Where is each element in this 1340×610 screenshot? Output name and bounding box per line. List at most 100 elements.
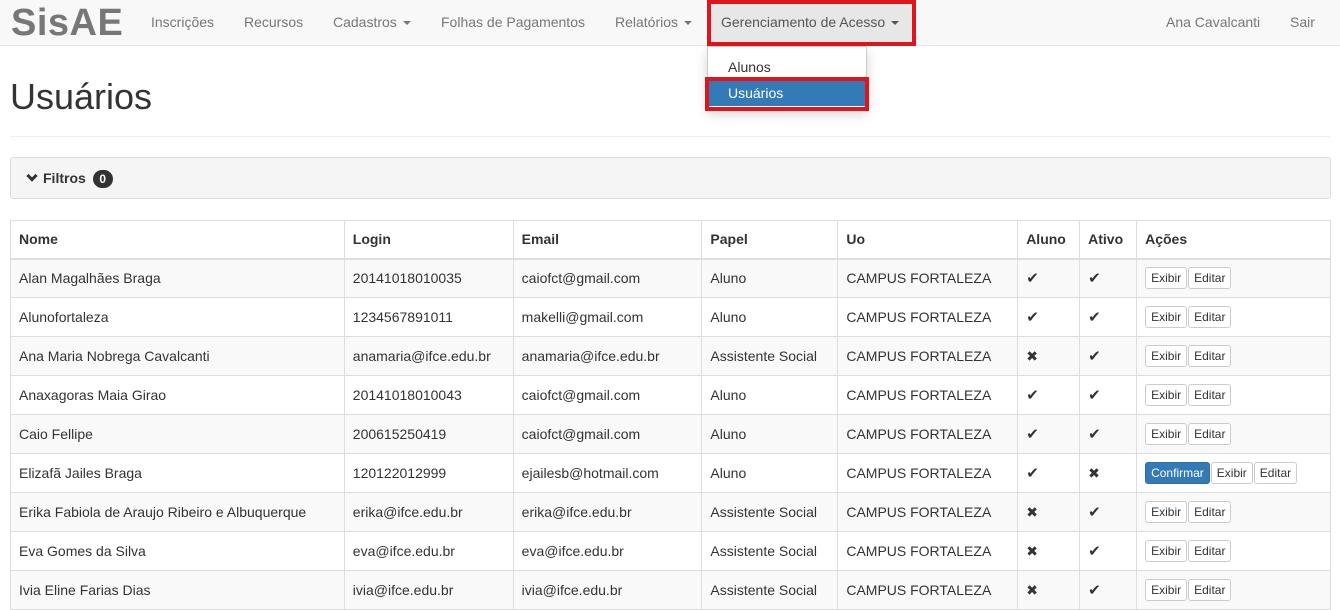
exibir-button[interactable]: Exibir xyxy=(1145,306,1188,328)
cell-papel: Assistente Social xyxy=(701,336,839,376)
column-header-uo[interactable]: Uo xyxy=(837,220,1019,260)
cell-login: 20141018010043 xyxy=(343,375,514,415)
editar-button[interactable]: Editar xyxy=(1188,540,1232,562)
nav-inscricoes[interactable]: Inscrições xyxy=(151,0,214,45)
column-header-email[interactable]: Email xyxy=(512,220,703,260)
check-icon xyxy=(1026,387,1039,403)
column-header-ativo[interactable]: Ativo xyxy=(1079,220,1138,260)
cell-ativo xyxy=(1079,531,1138,571)
column-header-login[interactable]: Login xyxy=(343,220,514,260)
cell-uo: CAMPUS FORTALEZA xyxy=(837,570,1019,610)
x-icon xyxy=(1088,465,1100,481)
nav-relatorios[interactable]: Relatórios xyxy=(615,0,693,45)
exibir-button[interactable]: Exibir xyxy=(1145,345,1188,367)
cell-login: eva@ifce.edu.br xyxy=(343,531,514,571)
confirmar-button[interactable]: Confirmar xyxy=(1145,462,1210,484)
check-icon xyxy=(1088,504,1101,520)
cell-acoes: Exibir Editar xyxy=(1136,414,1331,454)
cell-nome: Ivia Eline Farias Dias xyxy=(10,570,345,610)
cell-login: anamaria@ifce.edu.br xyxy=(343,336,514,376)
editar-button[interactable]: Editar xyxy=(1253,462,1298,484)
check-icon xyxy=(1026,270,1039,286)
editar-button[interactable]: Editar xyxy=(1188,501,1232,523)
exibir-button[interactable]: Exibir xyxy=(1145,579,1188,601)
cell-aluno xyxy=(1017,336,1081,376)
cell-papel: Aluno xyxy=(701,453,839,493)
check-icon xyxy=(1088,309,1101,325)
editar-button[interactable]: Editar xyxy=(1188,579,1232,601)
nav-folhas-label: Folhas de Pagamentos xyxy=(441,14,585,30)
cell-aluno xyxy=(1017,258,1081,298)
cell-email: erika@ifce.edu.br xyxy=(512,492,703,532)
exibir-button[interactable]: Exibir xyxy=(1145,540,1188,562)
cell-email: anamaria@ifce.edu.br xyxy=(512,336,703,376)
nav-gerenciamento-de-acesso[interactable]: Gerenciamento de Acesso xyxy=(711,0,912,45)
editar-button[interactable]: Editar xyxy=(1188,306,1232,328)
nav-recursos[interactable]: Recursos xyxy=(244,0,303,45)
user-name-label: Ana Cavalcanti xyxy=(1166,14,1261,30)
access-management-dropdown: Alunos Usuários xyxy=(707,46,867,108)
cell-papel: Aluno xyxy=(701,414,839,454)
check-icon xyxy=(1088,582,1101,598)
cell-login: 200615250419 xyxy=(343,414,514,454)
brand-logo[interactable]: SisAE xyxy=(11,1,123,45)
nav-user-name[interactable]: Ana Cavalcanti xyxy=(1166,0,1260,45)
exibir-button[interactable]: Exibir xyxy=(1145,501,1188,523)
editar-button[interactable]: Editar xyxy=(1188,267,1232,290)
check-icon xyxy=(1088,426,1101,442)
table-row: Anaxagoras Maia Girao 20141018010043 caiof… xyxy=(10,375,1331,415)
column-header-nome[interactable]: Nome xyxy=(10,220,345,260)
dropdown-item-usuarios[interactable]: Usuários xyxy=(708,80,866,106)
cell-uo: CAMPUS FORTALEZA xyxy=(837,336,1019,376)
cell-ativo xyxy=(1079,570,1138,610)
check-icon xyxy=(1026,426,1039,442)
nav-relatorios-label: Relatórios xyxy=(615,14,679,30)
top-navbar: SisAE Inscrições Recursos Cadastros Folh… xyxy=(0,0,1340,46)
nav-inscricoes-label: Inscrições xyxy=(151,14,215,30)
column-header-papel[interactable]: Papel xyxy=(701,220,839,260)
cell-acoes: Exibir Editar xyxy=(1136,258,1331,298)
cell-aluno xyxy=(1017,297,1081,337)
exibir-button[interactable]: Exibir xyxy=(1210,462,1253,484)
dropdown-item-alunos[interactable]: Alunos xyxy=(708,54,866,80)
cell-papel: Assistente Social xyxy=(701,570,839,610)
cell-ativo xyxy=(1079,453,1138,493)
exibir-button[interactable]: Exibir xyxy=(1145,384,1188,406)
table-row: Alan Magalhães Braga 20141018010035 caiofc… xyxy=(10,258,1331,298)
cell-acoes: Exibir Editar xyxy=(1136,297,1331,337)
nav-folhas-de-pagamentos[interactable]: Folhas de Pagamentos xyxy=(441,0,585,45)
table-row: Alunofortaleza 1234567891011 makelli@gmail… xyxy=(10,297,1331,337)
editar-button[interactable]: Editar xyxy=(1188,345,1232,367)
nav-logout[interactable]: Sair xyxy=(1290,0,1315,45)
logout-label: Sair xyxy=(1290,14,1315,30)
editar-button[interactable]: Editar xyxy=(1188,423,1232,445)
cell-nome: Eva Gomes da Silva xyxy=(10,531,345,571)
filters-toggle[interactable]: Filtros 0 xyxy=(26,170,113,188)
cell-uo: CAMPUS FORTALEZA xyxy=(837,375,1019,415)
filters-count-badge: 0 xyxy=(92,170,113,188)
cell-aluno xyxy=(1017,375,1081,415)
cell-email: makelli@gmail.com xyxy=(512,297,703,337)
cell-papel: Aluno xyxy=(701,258,839,298)
nav-cadastros[interactable]: Cadastros xyxy=(333,0,411,45)
cell-login: 1234567891011 xyxy=(343,297,514,337)
cell-papel: Assistente Social xyxy=(701,492,839,532)
table-row: Ivia Eline Farias Dias ivia@ifce.edu.br iv… xyxy=(10,570,1331,610)
table-row: Ana Maria Nobrega Cavalcanti anamaria@ifc… xyxy=(10,336,1331,376)
exibir-button[interactable]: Exibir xyxy=(1145,423,1188,445)
cell-nome: Ana Maria Nobrega Cavalcanti xyxy=(10,336,345,376)
editar-button[interactable]: Editar xyxy=(1188,384,1232,406)
chevron-down-icon xyxy=(26,170,38,182)
column-header-aluno[interactable]: Aluno xyxy=(1017,220,1081,260)
cell-email: caiofct@gmail.com xyxy=(512,414,703,454)
cell-acoes: Exibir Editar xyxy=(1136,531,1331,571)
cell-login: 120122012999 xyxy=(343,453,514,493)
cell-uo: CAMPUS FORTALEZA xyxy=(837,414,1019,454)
cell-nome: Anaxagoras Maia Girao xyxy=(10,375,345,415)
cell-login: 20141018010035 xyxy=(343,258,514,298)
cell-ativo xyxy=(1079,336,1138,376)
cell-ativo xyxy=(1079,297,1138,337)
cell-uo: CAMPUS FORTALEZA xyxy=(837,297,1019,337)
x-icon xyxy=(1026,543,1038,559)
exibir-button[interactable]: Exibir xyxy=(1145,267,1188,290)
